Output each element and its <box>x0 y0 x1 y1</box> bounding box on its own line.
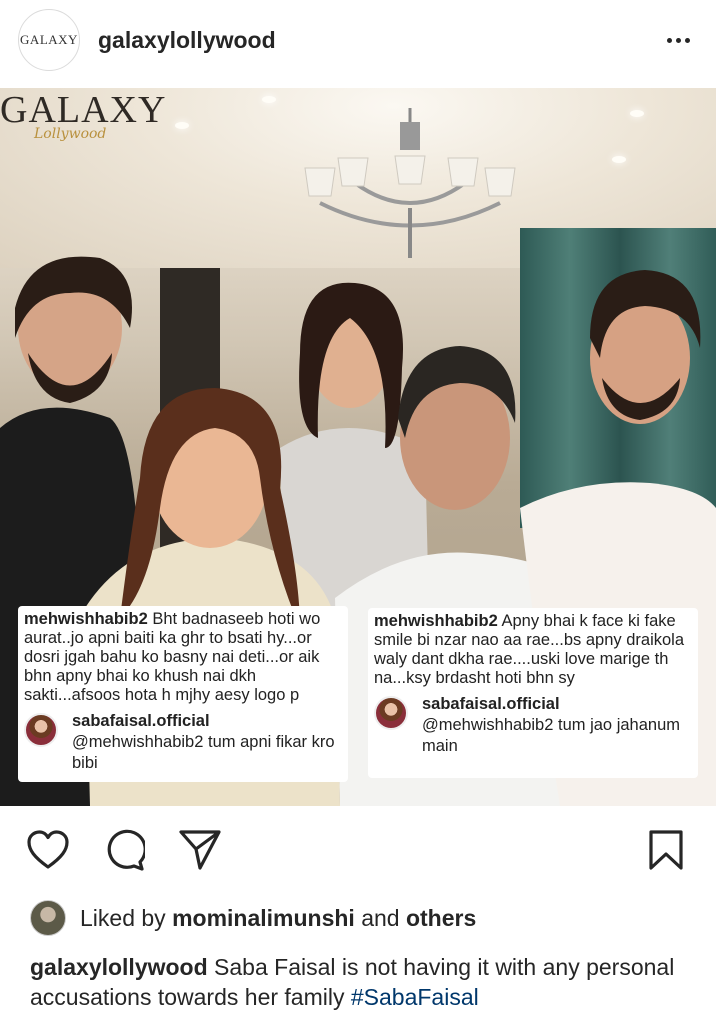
liker-avatar <box>30 900 66 936</box>
reply-username: sabafaisal.official <box>72 712 210 730</box>
likes-connector: and <box>361 904 400 931</box>
heart-icon[interactable] <box>24 826 72 874</box>
reply-mention: @mehwishhabib2 <box>422 716 554 734</box>
ceiling-light <box>612 156 626 163</box>
comment-card-right: mehwishhabib2 Apny bhai k face ki fake s… <box>368 608 698 778</box>
comment-username: mehwishhabib2 <box>24 610 148 628</box>
post-caption: galaxylollywood Saba Faisal is not havin… <box>30 952 700 1012</box>
comment-icon[interactable] <box>100 826 148 874</box>
reply-avatar <box>374 696 408 730</box>
ceiling-light <box>262 96 276 103</box>
likes-row[interactable]: Liked by mominalimunshi and others <box>30 898 476 938</box>
reply-body: sabafaisal.official @mehwishhabib2 tum j… <box>422 694 692 757</box>
reply-row: sabafaisal.official @mehwishhabib2 tum j… <box>374 694 692 757</box>
reply-username: sabafaisal.official <box>422 695 560 713</box>
comment-card-left: mehwishhabib2 Bht badnaseeb hoti wo aura… <box>18 606 348 782</box>
ceiling-light <box>630 110 644 117</box>
likes-others[interactable]: others <box>406 905 476 932</box>
post-photo[interactable]: GALAXY Lollywood mehwishhabib2 Bht badna… <box>0 88 716 806</box>
action-bar <box>0 826 716 878</box>
avatar-logo-text: GALAXY <box>20 32 78 47</box>
account-avatar[interactable]: GALAXY <box>18 9 80 71</box>
watermark-logo: GALAXY Lollywood <box>0 88 166 142</box>
caption-hashtag[interactable]: #SabaFaisal <box>351 984 479 1010</box>
comment-text: mehwishhabib2 Bht badnaseeb hoti wo aura… <box>24 610 342 705</box>
reply-row: sabafaisal.official @mehwishhabib2 tum a… <box>24 711 342 774</box>
bookmark-icon[interactable] <box>642 826 690 874</box>
logo-sub-text: Lollywood <box>34 126 107 142</box>
ceiling-light <box>175 122 189 129</box>
comment-text: mehwishhabib2 Apny bhai k face ki fake s… <box>374 612 692 688</box>
send-icon[interactable] <box>176 826 224 874</box>
comment-username: mehwishhabib2 <box>374 612 498 630</box>
reply-body: sabafaisal.official @mehwishhabib2 tum a… <box>72 711 342 774</box>
post-username[interactable]: galaxylollywood <box>98 27 276 54</box>
caption-username[interactable]: galaxylollywood <box>30 954 208 980</box>
likes-prefix: Liked by <box>80 904 166 931</box>
more-horizontal-icon[interactable] <box>658 20 698 60</box>
reply-mention: @mehwishhabib2 <box>72 733 204 751</box>
reply-avatar <box>24 713 58 747</box>
liker-username[interactable]: mominalimunshi <box>172 905 355 932</box>
post-header: GALAXY galaxylollywood <box>0 0 716 80</box>
